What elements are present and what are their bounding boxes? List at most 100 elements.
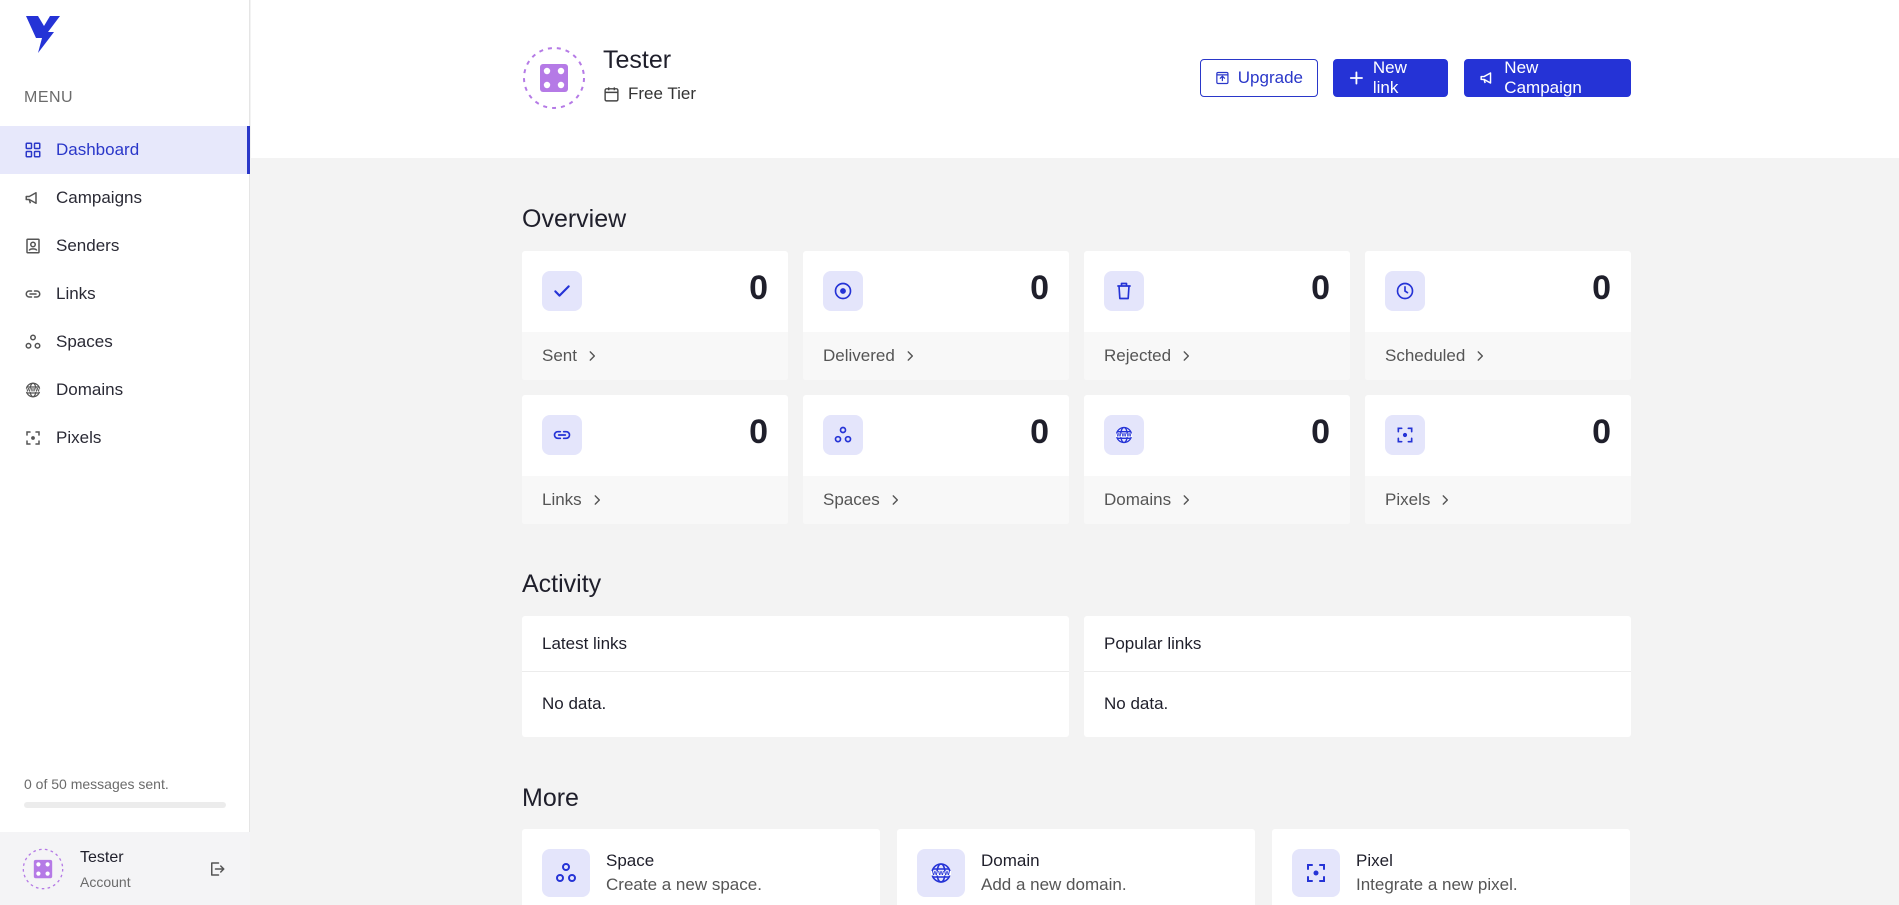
new-link-button-label: New link <box>1372 58 1407 97</box>
stat-link-rejected[interactable]: Rejected <box>1084 332 1350 380</box>
stat-link-sent[interactable]: Sent <box>522 332 788 380</box>
stat-card-links: 0 Links <box>522 395 788 524</box>
more-item-title: Domain <box>981 851 1040 870</box>
stat-card-domains: 0 Domains <box>1084 395 1350 524</box>
sidebar-item-pixels[interactable]: Pixels <box>0 414 250 462</box>
stat-link-scheduled[interactable]: Scheduled <box>1365 332 1631 380</box>
link-icon <box>542 415 582 455</box>
latest-links-panel: Latest links No data. <box>522 616 1069 737</box>
stat-value: 0 <box>1592 413 1611 451</box>
check-icon <box>542 271 582 311</box>
stat-card-spaces: 0 Spaces <box>803 395 1069 524</box>
link-icon <box>24 285 42 303</box>
chevron-right-icon <box>1179 493 1193 507</box>
logout-icon[interactable] <box>208 860 226 878</box>
chevron-right-icon <box>888 493 902 507</box>
calendar-icon <box>603 86 620 103</box>
more-item-desc: Add a new domain. <box>981 875 1127 894</box>
stat-value: 0 <box>749 269 768 307</box>
account-subtitle: Account <box>80 874 131 890</box>
stat-card-sent: 0 Sent <box>522 251 788 380</box>
stat-label: Delivered <box>823 346 895 365</box>
stat-label: Pixels <box>1385 490 1431 509</box>
usage-text: 0 of 50 messages sent. <box>24 776 169 792</box>
account-panel[interactable]: Tester Account <box>0 832 250 905</box>
stat-card-pixels: 0 Pixels <box>1365 395 1631 524</box>
www-globe-icon <box>24 381 42 399</box>
sidebar-item-label: Spaces <box>56 332 113 351</box>
upgrade-button[interactable]: Upgrade <box>1200 59 1318 97</box>
sidebar-item-dashboard[interactable]: Dashboard <box>0 126 250 174</box>
tier-badge: Free Tier <box>603 84 696 104</box>
target-icon <box>823 271 863 311</box>
panel-title: Popular links <box>1084 616 1631 672</box>
upgrade-button-label: Upgrade <box>1237 68 1303 87</box>
sidebar-nav: Dashboard Campaigns Senders Links Spaces… <box>0 126 250 462</box>
stat-value: 0 <box>1592 269 1611 307</box>
megaphone-icon <box>24 189 42 207</box>
upgrade-icon <box>1215 69 1230 87</box>
sidebar-item-label: Campaigns <box>56 188 142 207</box>
chevron-right-icon <box>1473 349 1487 363</box>
sidebar-item-senders[interactable]: Senders <box>0 222 250 270</box>
more-item-title: Pixel <box>1356 851 1393 870</box>
sidebar-item-links[interactable]: Links <box>0 270 250 318</box>
popular-links-panel: Popular links No data. <box>1084 616 1631 737</box>
chevron-right-icon <box>585 349 599 363</box>
more-item-desc: Integrate a new pixel. <box>1356 875 1518 894</box>
sidebar-item-label: Links <box>56 284 96 303</box>
stat-link-pixels[interactable]: Pixels <box>1365 476 1631 524</box>
overview-title: Overview <box>522 205 627 233</box>
sidebar-item-label: Senders <box>56 236 120 255</box>
stat-value: 0 <box>1030 413 1049 451</box>
menu-title: MENU <box>24 89 74 106</box>
new-link-button[interactable]: New link <box>1333 58 1448 97</box>
avatar <box>22 848 64 890</box>
sidebar-item-domains[interactable]: Domains <box>0 366 250 414</box>
more-item-domain[interactable]: Domain Add a new domain. <box>897 829 1255 905</box>
megaphone-icon <box>1479 69 1496 87</box>
chevron-right-icon <box>1438 493 1452 507</box>
avatar <box>522 46 586 110</box>
plus-icon <box>1348 69 1365 87</box>
sidebar-item-label: Dashboard <box>56 140 140 159</box>
more-item-pixel[interactable]: Pixel Integrate a new pixel. <box>1272 829 1630 905</box>
stat-link-links[interactable]: Links <box>522 476 788 524</box>
www-globe-icon <box>1104 415 1144 455</box>
contact-card-icon <box>24 237 42 255</box>
panel-title: Latest links <box>522 616 1069 672</box>
stat-label: Domains <box>1104 490 1172 509</box>
stat-link-domains[interactable]: Domains <box>1084 476 1350 524</box>
empty-state: No data. <box>542 694 607 713</box>
sidebar-item-label: Domains <box>56 380 124 399</box>
sidebar-item-campaigns[interactable]: Campaigns <box>0 174 250 222</box>
new-campaign-button-label: New Campaign <box>1504 58 1582 97</box>
account-name: Tester <box>80 849 124 866</box>
brand-logo-icon[interactable] <box>24 14 62 54</box>
clock-icon <box>1385 271 1425 311</box>
stat-value: 0 <box>1030 269 1049 307</box>
more-title: More <box>522 784 579 812</box>
stat-value: 0 <box>749 413 768 451</box>
stat-value: 0 <box>1311 269 1330 307</box>
focus-frame-icon <box>1385 415 1425 455</box>
page-header: Tester Free Tier Upgrade New link New Ca… <box>251 0 1899 158</box>
stat-link-spaces[interactable]: Spaces <box>803 476 1069 524</box>
sidebar-item-spaces[interactable]: Spaces <box>0 318 250 366</box>
chevron-right-icon <box>590 493 604 507</box>
page-title: Tester <box>603 46 672 74</box>
spaces-icon <box>542 849 590 897</box>
chevron-right-icon <box>903 349 917 363</box>
usage-progress-bar <box>24 802 226 808</box>
grid-icon <box>24 141 42 159</box>
stat-card-scheduled: 0 Scheduled <box>1365 251 1631 380</box>
sidebar: MENU Dashboard Campaigns Senders Links S… <box>0 0 250 905</box>
new-campaign-button[interactable]: New Campaign <box>1464 58 1631 97</box>
stat-link-delivered[interactable]: Delivered <box>803 332 1069 380</box>
more-item-title: Space <box>606 851 655 870</box>
activity-title: Activity <box>522 570 602 598</box>
stat-value: 0 <box>1311 413 1330 451</box>
sidebar-item-label: Pixels <box>56 428 102 447</box>
more-item-space[interactable]: Space Create a new space. <box>522 829 880 905</box>
stat-card-delivered: 0 Delivered <box>803 251 1069 380</box>
